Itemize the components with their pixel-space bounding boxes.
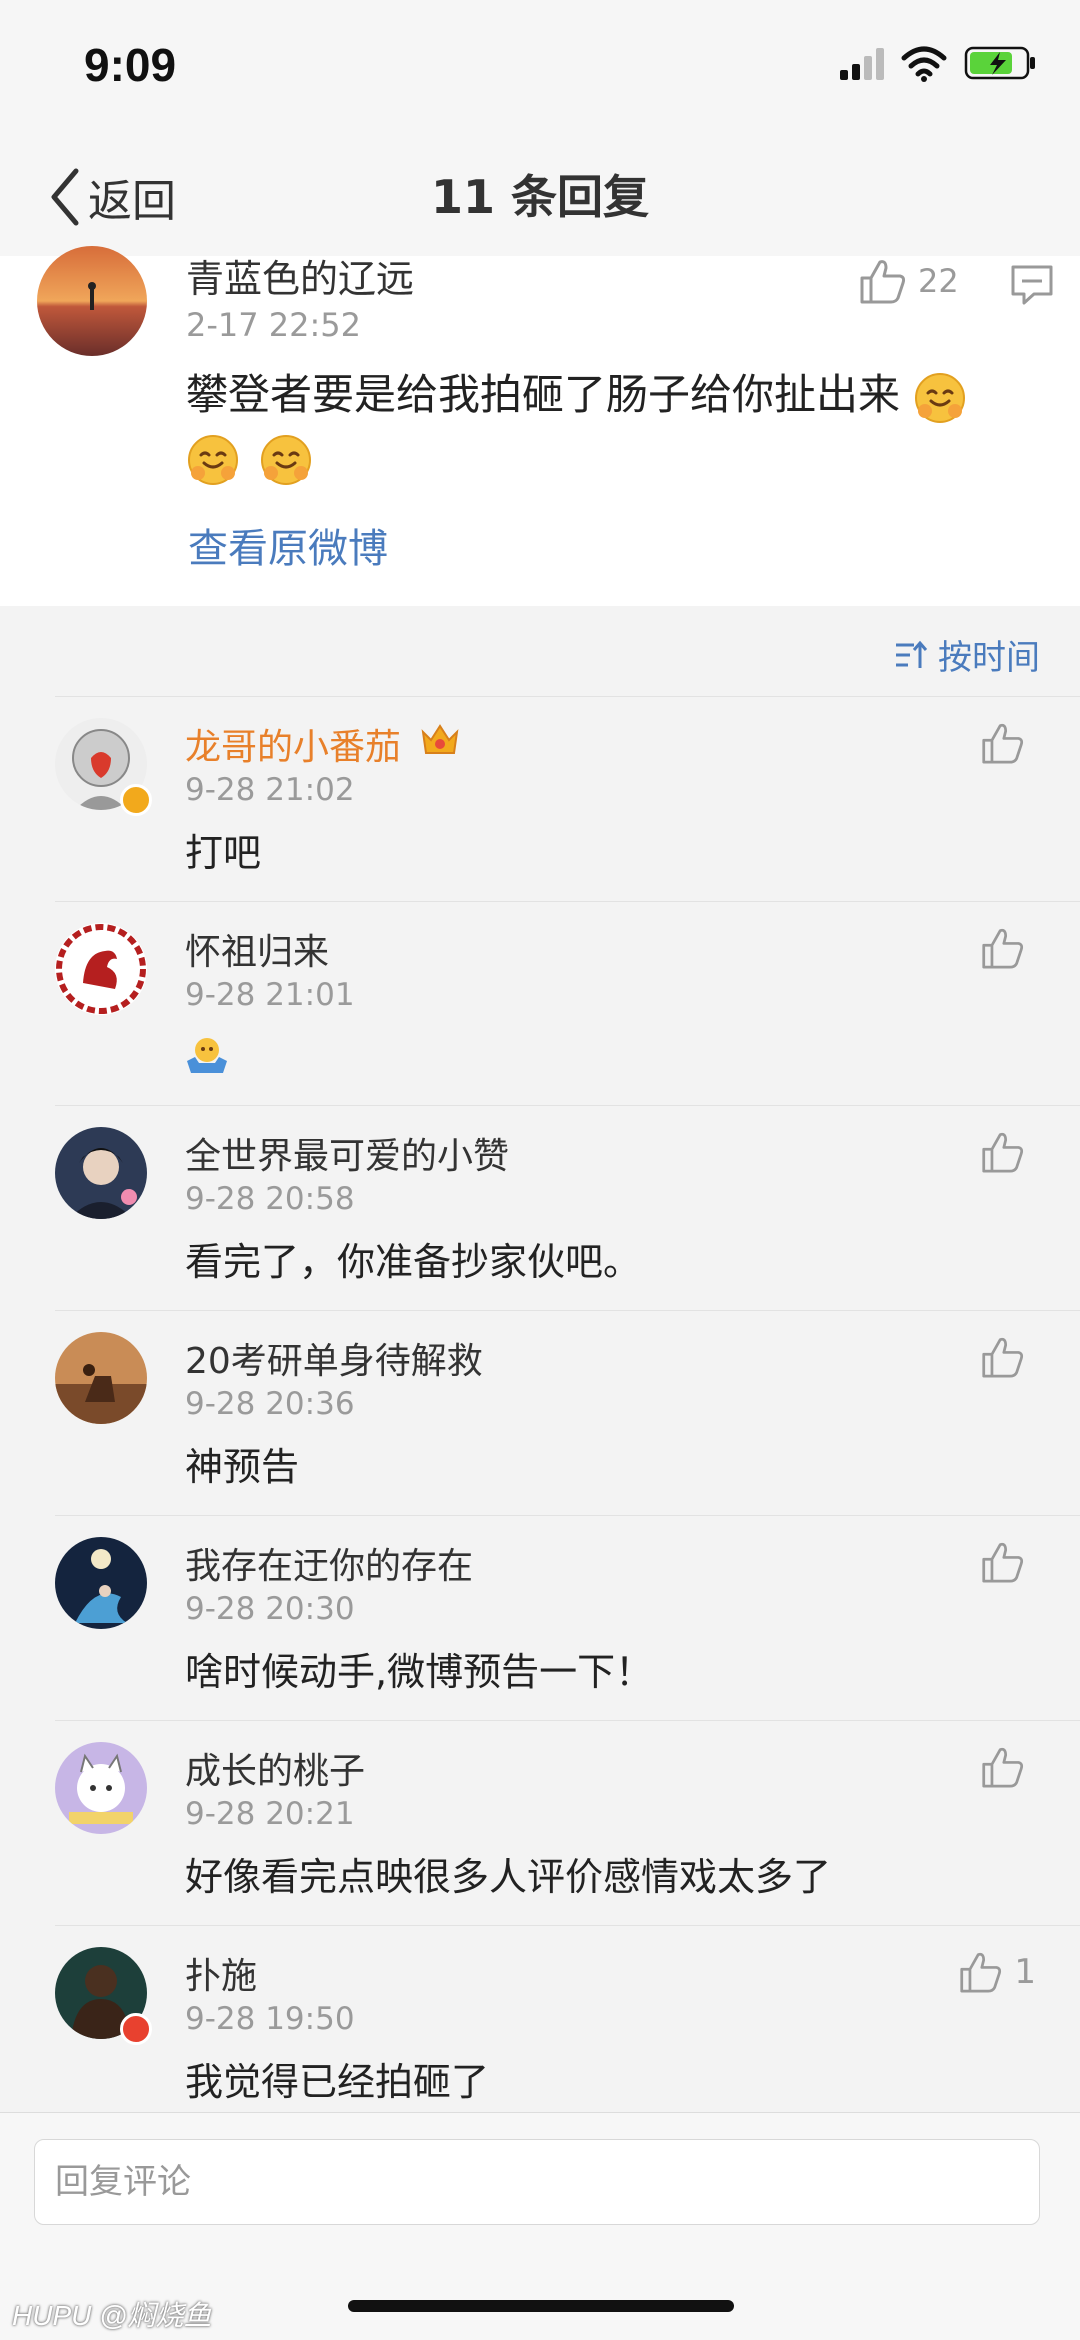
status-bar: 9:09 [0,0,1080,140]
thumbs-up-icon [982,1132,1024,1173]
divider [55,901,1080,902]
reply-item: 龙哥的小番茄 9-28 21:02 打吧 [0,696,1080,901]
sort-bar: 按时间 [0,606,1080,696]
reply-item: 扑施 9-28 19:50 我觉得已经拍砸了 1 [0,1925,1080,2112]
like-count: 22 [918,262,959,300]
reply-date: 9-28 19:50 [185,2001,355,2037]
reply-item: 我存在迂你的存在 9-28 20:30 啥时候动手,微博预告一下！ [0,1515,1080,1720]
hug-emoji-icon [261,434,312,485]
battery-icon [964,46,1035,80]
reply-date: 9-28 20:58 [185,1181,355,1217]
reply-text: 打吧 [185,831,262,875]
reply-username[interactable]: 怀祖归来 [185,923,329,975]
divider [55,1105,1080,1106]
reply-text: 神预告 [185,1445,300,1489]
home-indicator[interactable] [348,2300,734,2312]
avatar[interactable] [55,1127,147,1219]
like-button[interactable]: 22 [858,258,959,304]
thumbs-up-icon [982,723,1024,764]
thumbs-up-icon [982,1542,1024,1583]
reply-username[interactable]: 成长的桃子 [185,1742,365,1794]
comment-icon[interactable] [1010,264,1054,310]
thumbs-up-icon [860,260,906,304]
reply-text: 我觉得已经拍砸了 [185,2060,490,2104]
watermark-handle: @焖烧鱼 [99,2300,212,2331]
avatar[interactable] [55,1332,147,1424]
comment-date: 2-17 22:52 [186,306,362,344]
comment-username[interactable]: 青蓝色的辽远 [186,248,414,303]
reply-text: 啥时候动手,微博预告一下！ [185,1650,654,1694]
like-button[interactable] [980,1746,1036,1788]
avatar[interactable] [37,246,147,356]
watermark-brand: HUPU [12,2300,92,2331]
comment-content: 攀登者要是给我拍砸了肠子给你扯出来 [186,364,1026,488]
like-count: 1 [1014,1952,1036,1992]
reply-item: 20考研单身待解救 9-28 20:36 神预告 [0,1310,1080,1515]
divider [55,1925,1080,1926]
reply-text: 看完了，你准备抄家伙吧。 [185,1240,642,1284]
hug-emoji-icon [915,372,966,423]
sort-icon [896,640,928,668]
like-button[interactable] [980,927,1036,969]
like-button[interactable] [980,1541,1036,1583]
reply-username[interactable]: 龙哥的小番茄 [185,718,401,770]
status-icons [840,44,1040,84]
sort-label: 按时间 [938,638,1040,678]
reply-username[interactable]: 扑施 [185,1947,257,1999]
comment-text: 攀登者要是给我拍砸了肠子给你扯出来 [186,370,901,419]
reply-date: 9-28 20:21 [185,1796,355,1832]
thumbs-up-icon [982,1337,1024,1378]
reply-text: 好像看完点映很多人评价感情戏太多了 [185,1855,832,1899]
reply-username[interactable]: 我存在迂你的存在 [185,1537,473,1589]
like-button[interactable]: 1 [958,1951,1036,1993]
divider [55,1310,1080,1311]
reply-item: 成长的桃子 9-28 20:21 好像看完点映很多人评价感情戏太多了 [0,1720,1080,1925]
signal-icon [840,48,884,80]
avatar[interactable] [55,1537,147,1629]
reply-date: 9-28 21:01 [185,977,355,1013]
divider [55,1515,1080,1516]
reply-username[interactable]: 全世界最可爱的小赞 [185,1127,509,1179]
page-title: 11 条回复 [430,170,650,224]
reply-username[interactable]: 20考研单身待解救 [185,1332,483,1384]
reply-item: 怀祖归来 9-28 21:01 [0,901,1080,1105]
thumbs-up-icon [982,1747,1024,1788]
thumbs-up-icon [982,928,1024,969]
verified-badge-icon [120,784,152,816]
like-button[interactable] [980,1336,1036,1378]
divider [55,1720,1080,1721]
watermark: HUPU @焖烧鱼 [12,2294,212,2334]
avatar[interactable] [55,1742,147,1834]
reply-date: 9-28 21:02 [185,772,355,808]
view-original-link[interactable]: 查看原微博 [188,516,388,574]
wifi-icon [901,46,947,82]
reply-date: 9-28 20:36 [185,1386,355,1422]
like-button[interactable] [980,1131,1036,1173]
shrug-emoji-icon [187,1038,227,1073]
nav-bar: 返回 11 条回复 [0,140,1080,257]
like-button[interactable] [980,722,1036,764]
sort-button[interactable]: 按时间 [894,630,1040,679]
divider [55,696,1080,697]
status-time: 9:09 [84,39,177,91]
hug-emoji-icon [188,434,238,485]
original-comment: 青蓝色的辽远 2-17 22:52 22 攀登者要是给我拍砸了肠子给你扯出来 查… [0,246,1080,606]
reply-date: 9-28 20:30 [185,1591,355,1627]
thumbs-up-icon [960,1952,1002,1993]
reply-input[interactable]: 回复评论 [34,2139,1040,2225]
verified-badge-icon [120,2013,152,2045]
crown-vip-icon [421,724,459,754]
reply-item: 全世界最可爱的小赞 9-28 20:58 看完了，你准备抄家伙吧。 [0,1105,1080,1310]
avatar[interactable] [55,923,147,1015]
